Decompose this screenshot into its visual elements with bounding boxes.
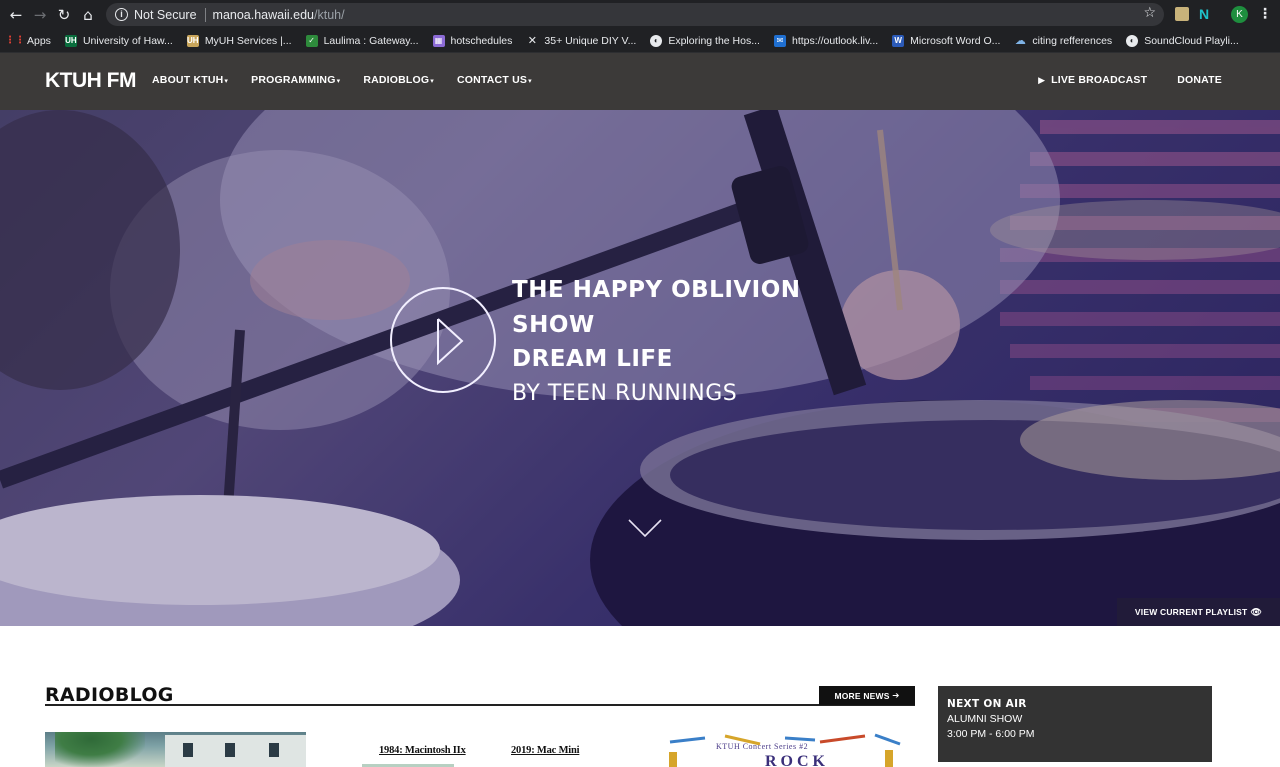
bookmark-label: Exploring the Hos... (668, 34, 760, 47)
caret-down-icon: ▾ (430, 78, 434, 85)
artist-name: BY TEEN RUNNINGS (512, 380, 738, 406)
nav-label: PROGRAMMING (251, 74, 336, 86)
blog-caption-mac-mini[interactable]: 2019: Mac Mini (511, 745, 580, 756)
notion-extension-icon[interactable]: N (1199, 7, 1213, 21)
play-icon: ▶ (1038, 74, 1046, 85)
url-host[interactable]: manoa.hawaii.edu (213, 8, 314, 22)
extension-icon[interactable] (1175, 7, 1189, 21)
building-image (165, 735, 306, 767)
svg-text:R O C K: R O C K (765, 753, 826, 767)
myuh-icon: UH (186, 34, 199, 47)
concert-series-label: KTUH Concert Series #2 (716, 742, 809, 751)
cloud-icon: ☁ (1014, 35, 1026, 47)
outlook-icon: ✉ (773, 34, 786, 47)
bookmark-citing[interactable]: ☁ citing refferences (1014, 34, 1113, 48)
word-icon: W (892, 34, 905, 47)
show-name-line-2: SHOW (512, 311, 595, 338)
palm-tree-image (55, 732, 145, 767)
caret-down-icon: ▾ (224, 78, 229, 85)
back-arrow-icon[interactable]: ← (4, 3, 28, 27)
header-actions: ▶ LIVE BROADCAST DONATE (1038, 74, 1222, 86)
bookmark-university[interactable]: UH University of Haw... (64, 34, 173, 47)
x-icon: ✕ (527, 35, 537, 47)
bookmark-label: hotschedules (450, 34, 513, 47)
next-on-air-panel: NEXT ON AIR ALUMNI SHOW 3:00 PM - 6:00 P… (938, 686, 1212, 762)
more-news-label: MORE NEWS (834, 690, 890, 701)
uh-icon: UH (64, 34, 77, 47)
song-title: DREAM LIFE (512, 346, 673, 372)
site-logo[interactable]: KTUH FM (45, 69, 136, 93)
caret-down-icon: ▾ (528, 78, 532, 85)
bookmark-apps[interactable]: ⋮⋮ Apps (5, 34, 51, 47)
nav-label: CONTACT US (457, 74, 528, 86)
play-button[interactable] (390, 287, 496, 393)
address-separator (204, 7, 206, 22)
nav-contact[interactable]: CONTACT US▾ (457, 74, 532, 86)
blog-thumbnail-concert[interactable]: R O C K KTUH Concert Series #2 (665, 732, 905, 767)
nav-radioblog[interactable]: RADIOBLOG▾ (363, 74, 434, 86)
hero-banner: THE HAPPY OBLIVION SHOW DREAM LIFE BY TE… (0, 110, 1280, 626)
nav-about[interactable]: ABOUT KTUH▾ (152, 74, 228, 86)
browser-menu-icon[interactable]: ⋮ (1258, 5, 1272, 22)
reload-icon[interactable]: ↻ (52, 3, 76, 27)
globe-icon: ◐ (1126, 34, 1139, 47)
bookmark-outlook[interactable]: ✉ https://outlook.liv... (773, 34, 879, 47)
bookmark-label: 35+ Unique DIY V... (544, 34, 637, 47)
bookmark-hotschedules[interactable]: ▦ hotschedules (432, 34, 513, 47)
bookmark-label: SoundCloud Playli... (1144, 34, 1239, 47)
bookmark-word[interactable]: W Microsoft Word O... (892, 34, 1001, 47)
bookmark-diy[interactable]: ✕ 35+ Unique DIY V... (526, 34, 637, 48)
bookmark-myuh[interactable]: UH MyUH Services |... (186, 34, 292, 47)
browser-toolbar: ← → ↻ ⌂ i Not Secure manoa.hawaii.edu/kt… (0, 0, 1280, 29)
more-news-button[interactable]: MORE NEWS ➔ (819, 686, 915, 705)
nav-label: ABOUT KTUH (152, 74, 224, 86)
radioblog-heading: RADIOBLOG (45, 684, 174, 706)
play-triangle-icon (437, 318, 464, 366)
profile-avatar[interactable]: K (1231, 6, 1248, 23)
main-nav: ABOUT KTUH▾ PROGRAMMING▾ RADIOBLOG▾ CONT… (152, 74, 555, 86)
donate-link[interactable]: DONATE (1177, 74, 1222, 86)
home-icon[interactable]: ⌂ (76, 3, 100, 27)
globe-icon: ◐ (650, 34, 663, 47)
nav-label: RADIOBLOG (363, 74, 430, 86)
view-playlist-button[interactable]: VIEW CURRENT PLAYLIST 👁 (1117, 598, 1280, 626)
bookmark-soundcloud[interactable]: ◐ SoundCloud Playli... (1126, 34, 1239, 47)
next-show-time: 3:00 PM - 6:00 PM (947, 728, 1035, 740)
info-icon[interactable]: i (115, 8, 128, 21)
bookmark-label: MyUH Services |... (204, 34, 292, 47)
now-playing: THE HAPPY OBLIVION SHOW DREAM LIFE BY TE… (512, 273, 912, 411)
bookmark-label: Laulima : Gateway... (323, 34, 419, 47)
laulima-icon: ✓ (305, 34, 318, 47)
bookmarks-bar: ⋮⋮ Apps UH University of Haw... UH MyUH … (0, 29, 1280, 53)
caret-down-icon: ▾ (336, 78, 341, 85)
url-path[interactable]: /ktuh/ (314, 8, 345, 22)
forward-arrow-icon[interactable]: → (28, 3, 52, 27)
next-show-name[interactable]: ALUMNI SHOW (947, 712, 1203, 727)
bookmark-label: citing refferences (1032, 34, 1113, 47)
bookmark-laulima[interactable]: ✓ Laulima : Gateway... (305, 34, 419, 47)
blog-thumbnail-building[interactable] (45, 732, 306, 767)
bookmark-label: https://outlook.liv... (791, 34, 879, 47)
playlist-button-label: VIEW CURRENT PLAYLIST (1134, 607, 1248, 617)
security-label[interactable]: Not Secure (134, 8, 197, 22)
blog-caption-macintosh[interactable]: 1984: Macintosh IIx (379, 745, 466, 756)
bookmark-label: University of Haw... (82, 34, 173, 47)
apps-grid-icon: ⋮⋮ (5, 35, 25, 46)
nav-programming[interactable]: PROGRAMMING▾ (251, 74, 340, 86)
eye-icon: 👁 (1250, 606, 1263, 617)
section-divider (45, 704, 915, 706)
bookmark-label: Apps (27, 34, 51, 47)
site-header: KTUH FM ABOUT KTUH▾ PROGRAMMING▾ RADIOBL… (0, 53, 1280, 110)
live-broadcast-link[interactable]: LIVE BROADCAST (1051, 74, 1147, 86)
bookmark-star-icon[interactable]: ☆ (1143, 5, 1156, 21)
address-bar[interactable]: i Not Secure manoa.hawaii.edu/ktuh/ ☆ (106, 3, 1164, 26)
bookmark-exploring[interactable]: ◐ Exploring the Hos... (650, 34, 760, 47)
bookmark-label: Microsoft Word O... (910, 34, 1001, 47)
show-name-line-1: THE HAPPY OBLIVION (512, 277, 801, 303)
hotschedules-icon: ▦ (432, 34, 445, 47)
next-on-air-label: NEXT ON AIR (947, 698, 1027, 710)
chevron-down-icon[interactable] (628, 518, 662, 538)
arrow-right-icon: ➔ (892, 690, 900, 700)
